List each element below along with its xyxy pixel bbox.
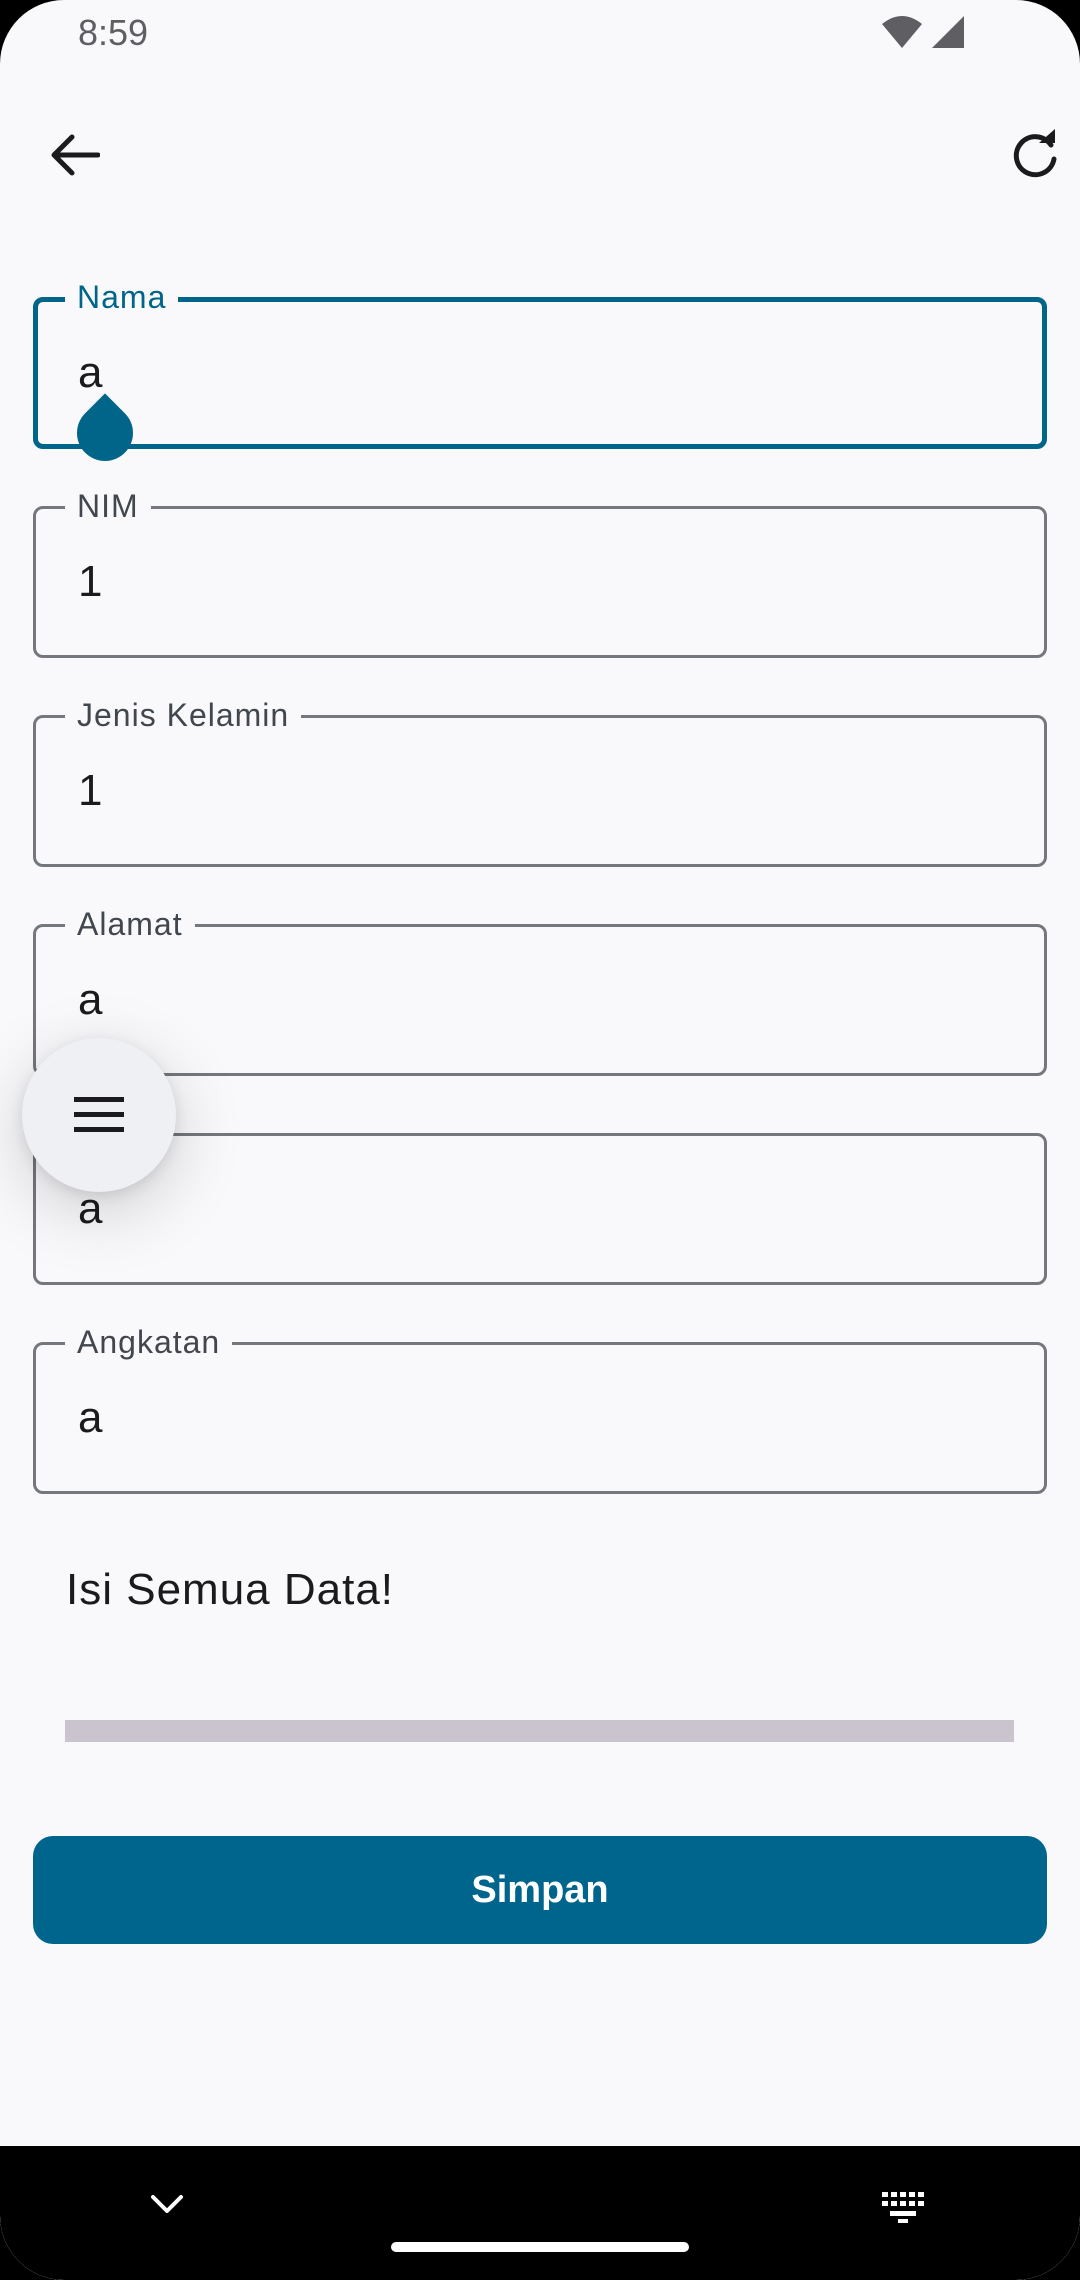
alamat-field-value[interactable]: a [78,972,102,1028]
nama-field-label: Nama [65,277,179,317]
jenis-kelamin-field-label: Jenis Kelamin [65,695,302,735]
status-time: 8:59 [78,12,149,53]
refresh-button[interactable] [1000,120,1070,190]
field-5[interactable]: a [33,1133,1047,1285]
nim-field-label: NIM [65,486,151,526]
validation-message: Isi Semua Data! [66,1565,395,1614]
jenis-kelamin-field[interactable]: Jenis Kelamin 1 [33,695,1047,867]
angkatan-field-outline [33,1342,1047,1494]
nama-field-outline [33,297,1047,449]
alamat-field-outline [33,924,1047,1076]
nim-field-outline [33,506,1047,658]
save-button[interactable]: Simpan [33,1836,1047,1944]
jenis-kelamin-field-value[interactable]: 1 [78,763,102,819]
angkatan-field[interactable]: Angkatan a [33,1322,1047,1494]
nim-field-value[interactable]: 1 [78,554,102,610]
wifi-icon [882,16,922,48]
angkatan-field-label: Angkatan [65,1322,233,1362]
field-5-outline [33,1133,1047,1285]
nama-field[interactable]: Nama a [33,277,1047,473]
back-button[interactable] [40,120,110,190]
alamat-field[interactable]: Alamat a [33,904,1047,1076]
jenis-kelamin-field-outline [33,715,1047,867]
nama-field-value[interactable]: a [78,345,102,401]
arrow-back-icon [51,134,100,176]
angkatan-field-value[interactable]: a [78,1390,102,1446]
home-handle[interactable] [391,2242,689,2252]
nim-field[interactable]: NIM 1 [33,486,1047,658]
progress-bar [65,1720,1014,1742]
keyboard-icon[interactable] [880,2190,928,2224]
signal-icon [932,16,964,48]
chevron-down-icon[interactable] [150,2194,184,2216]
menu-fab[interactable] [22,1038,176,1192]
navigation-bar [0,2146,1080,2280]
refresh-icon [1013,129,1057,178]
alamat-field-label: Alamat [65,904,195,944]
menu-icon [74,1097,124,1132]
app-screen: 8:59 Nama a NIM 1 Jenis Kelamin 1 Alamat… [0,0,1080,2280]
status-bar: 8:59 [0,0,1080,72]
